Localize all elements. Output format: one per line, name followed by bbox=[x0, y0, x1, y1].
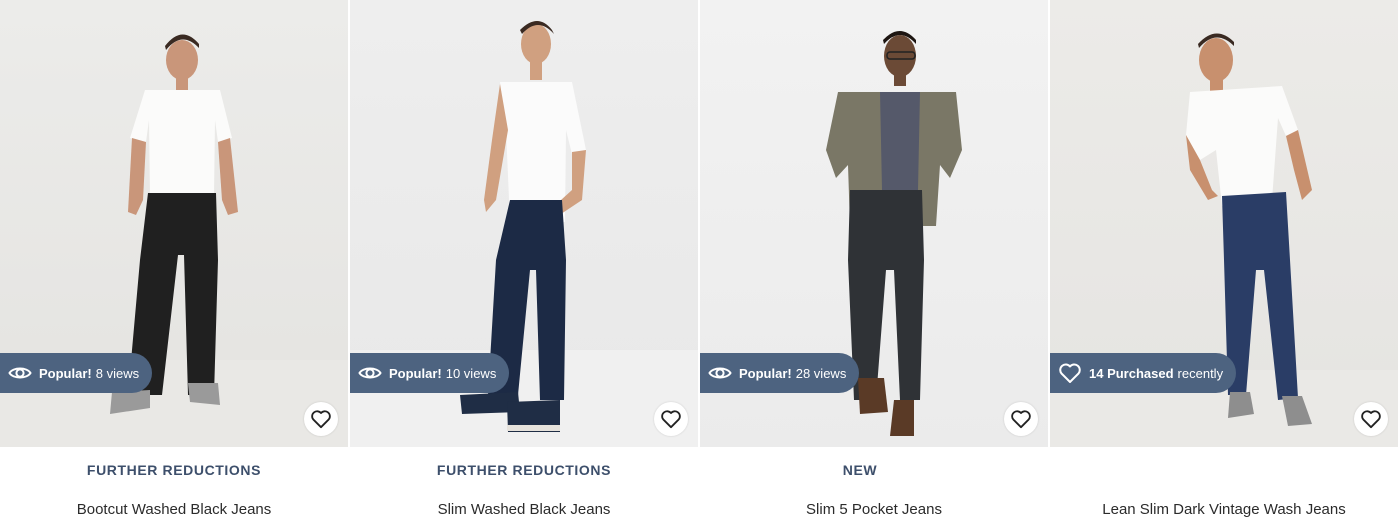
product-card[interactable]: Popular! 28 views NEW Slim 5 Pocket Jean… bbox=[700, 0, 1048, 523]
product-image[interactable]: Popular! 10 views bbox=[350, 0, 698, 447]
purchased-badge: 14 Purchased recently bbox=[1050, 353, 1237, 393]
product-grid: Popular! 8 views FURTHER REDUCTIONS Boot… bbox=[0, 0, 1398, 523]
heart-outline-icon bbox=[660, 409, 682, 429]
eye-icon bbox=[708, 361, 732, 385]
popularity-badge: Popular! 8 views bbox=[0, 353, 153, 393]
product-name[interactable]: Bootcut Washed Black Jeans bbox=[0, 501, 348, 518]
product-name[interactable]: Lean Slim Dark Vintage Wash Jeans bbox=[1050, 501, 1398, 518]
eye-icon bbox=[358, 361, 382, 385]
heart-outline-icon bbox=[310, 409, 332, 429]
favourite-button[interactable] bbox=[1004, 402, 1038, 436]
product-name[interactable]: Slim 5 Pocket Jeans bbox=[700, 501, 1048, 518]
heart-outline-icon bbox=[1010, 409, 1032, 429]
badge-rest-text: 28 views bbox=[795, 365, 847, 381]
product-card[interactable]: Popular! 10 views FURTHER REDUCTIONS Sli… bbox=[350, 0, 698, 523]
badge-strong-text: Popular! bbox=[739, 365, 792, 381]
product-card[interactable]: Popular! 8 views FURTHER REDUCTIONS Boot… bbox=[0, 0, 348, 523]
badge-rest-text: 10 views bbox=[445, 365, 497, 381]
product-name[interactable]: Slim Washed Black Jeans bbox=[350, 501, 698, 518]
heart-icon bbox=[1058, 361, 1082, 385]
product-image[interactable]: Popular! 28 views bbox=[700, 0, 1048, 447]
badge-rest-text: recently bbox=[1177, 365, 1224, 381]
product-tag: FURTHER REDUCTIONS bbox=[436, 462, 612, 478]
product-tag: FURTHER REDUCTIONS bbox=[86, 462, 262, 478]
favourite-button[interactable] bbox=[1354, 402, 1388, 436]
product-image[interactable]: 14 Purchased recently bbox=[1050, 0, 1398, 447]
product-card[interactable]: 14 Purchased recently Lean Slim Dark Vin… bbox=[1050, 0, 1398, 523]
badge-rest-text: 8 views bbox=[95, 365, 140, 381]
badge-strong-text: Popular! bbox=[389, 365, 442, 381]
eye-icon bbox=[8, 361, 32, 385]
popularity-badge: Popular! 28 views bbox=[700, 353, 860, 393]
favourite-button[interactable] bbox=[304, 402, 338, 436]
product-tag: NEW bbox=[842, 462, 878, 478]
favourite-button[interactable] bbox=[654, 402, 688, 436]
popularity-badge: Popular! 10 views bbox=[350, 353, 510, 393]
badge-strong-text: 14 Purchased bbox=[1089, 365, 1174, 381]
product-image[interactable]: Popular! 8 views bbox=[0, 0, 348, 447]
heart-outline-icon bbox=[1360, 409, 1382, 429]
badge-strong-text: Popular! bbox=[39, 365, 92, 381]
